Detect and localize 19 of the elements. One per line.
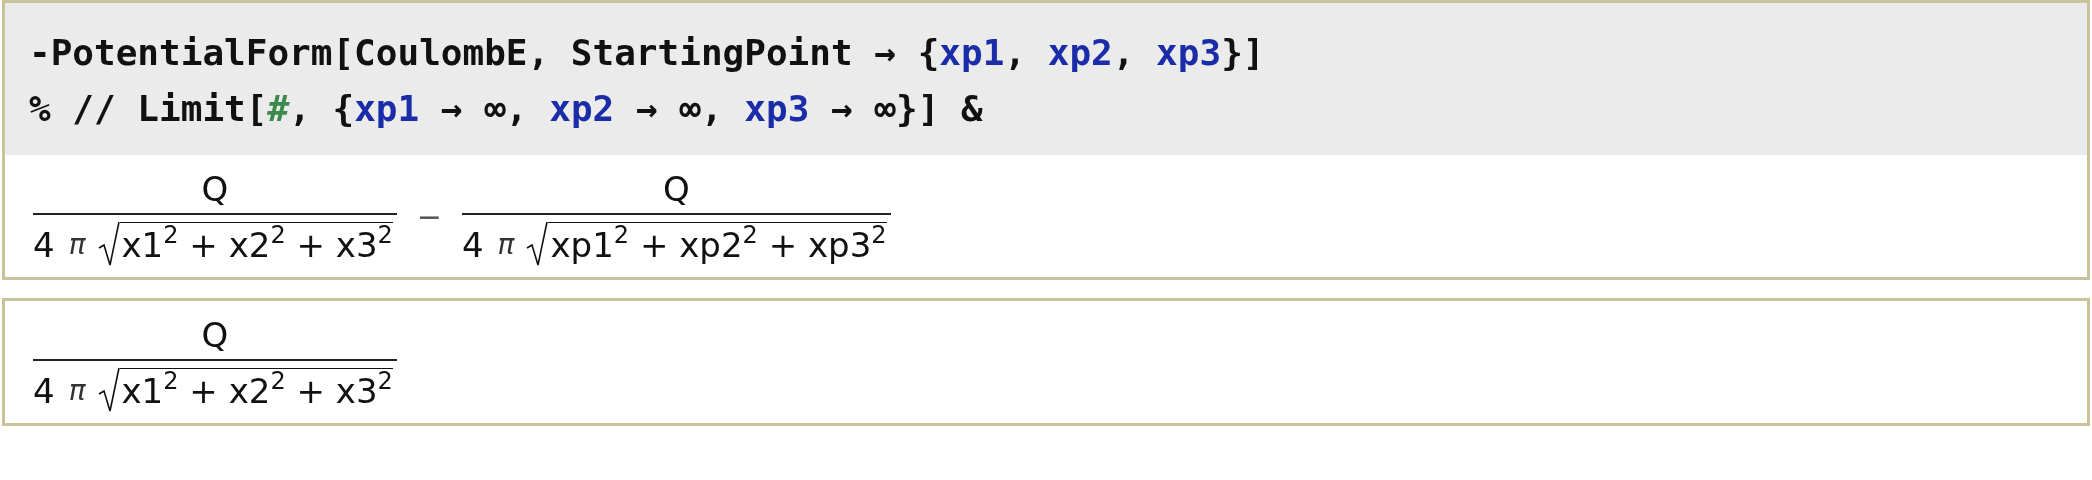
pi-symbol: π: [68, 227, 86, 263]
minus-sign: −: [416, 198, 442, 234]
numerator: Q: [201, 168, 229, 211]
radicand: x1$^{2}$ + x2$^{2}$ + x3$^{2}$: [119, 368, 393, 413]
code-line: % // Limit[#, {xp1 → ∞, xp2 → ∞, xp3 → ∞}] &: [29, 87, 984, 131]
coefficient: 4: [461, 224, 484, 267]
radicand: xp1$^{2}$ + xp2$^{2}$ + xp3$^{2}$: [548, 222, 887, 267]
pi-symbol: π: [68, 373, 86, 409]
radical-sign-icon: [97, 221, 120, 267]
radical-sign-icon: [526, 221, 549, 267]
coefficient: 4: [33, 224, 55, 267]
radical-sign-icon: [97, 367, 120, 413]
pi-symbol: π: [497, 227, 515, 263]
input-cell[interactable]: -PotentialForm[CoulombE, StartingPoint → {xp1, xp2, xp3}] % // Limit[#, {xp1 → ∞, xp2 → ∞, xp3 → ∞}] &: [5, 3, 2087, 155]
numerator: Q: [662, 168, 690, 211]
code-line: -PotentialForm[CoulombE, StartingPoint → {xp1, xp2, xp3}]: [29, 31, 1266, 75]
coefficient: 4: [33, 370, 55, 413]
radicand: x1$^{2}$ + x2$^{2}$ + x3$^{2}$: [119, 222, 393, 267]
numerator: Q: [201, 314, 229, 357]
